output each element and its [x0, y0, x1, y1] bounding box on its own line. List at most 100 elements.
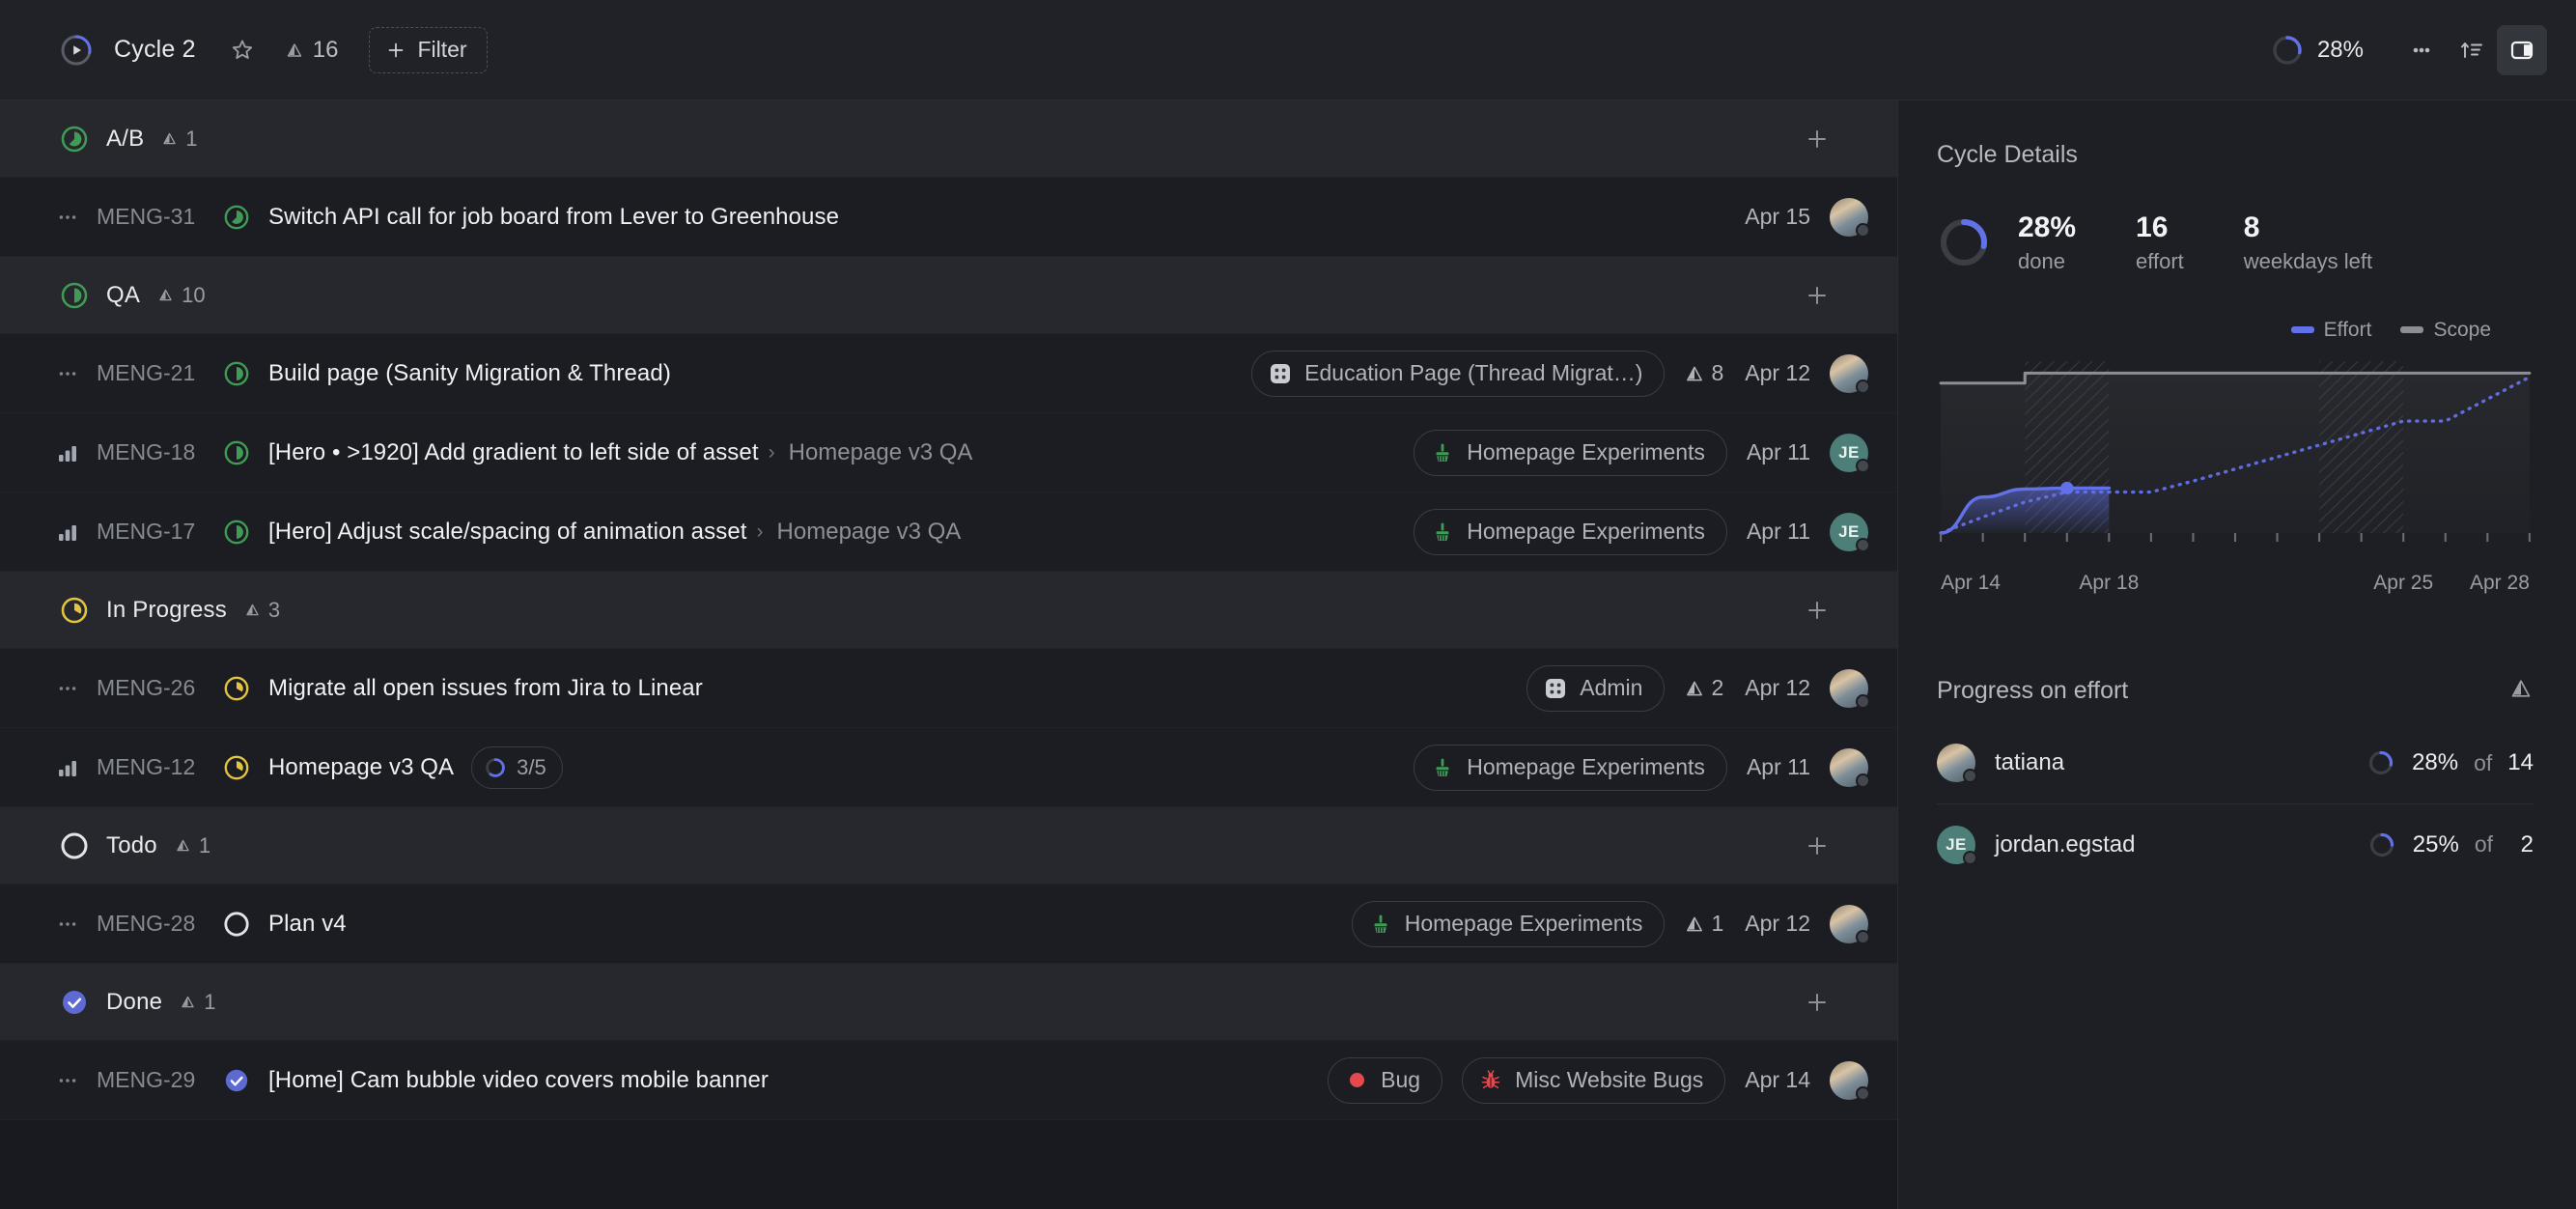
issue-status-icon[interactable] [220, 1067, 253, 1094]
label-pill[interactable]: Bug [1328, 1056, 1443, 1104]
issue-row-meta: Apr 15 [1745, 197, 1870, 238]
filter-button[interactable]: Filter [369, 26, 488, 73]
issue-status-icon[interactable] [220, 204, 253, 231]
estimate-triangle-icon[interactable] [2508, 676, 2534, 706]
sort-button[interactable] [2447, 25, 2497, 75]
issue-row[interactable]: MENG-31 Switch API call for job board fr… [0, 178, 1897, 257]
avatar[interactable] [1830, 904, 1870, 944]
chart-x-tick: Apr 14 [1941, 571, 2001, 594]
issue-status-icon[interactable] [220, 675, 253, 702]
avatar-status-dot [1963, 850, 1977, 865]
issue-row[interactable]: MENG-18 [Hero • >1920] Add gradient to l… [0, 413, 1897, 492]
status-ab-icon [61, 126, 88, 152]
issue-priority-icon[interactable] [50, 913, 85, 936]
project-icon [1430, 440, 1455, 465]
project-pill[interactable]: Homepage Experiments [1414, 744, 1727, 791]
issue-row[interactable]: MENG-12 Homepage v3 QA 3/5 Homepage Expe… [0, 728, 1897, 807]
project-icon [1478, 1068, 1503, 1093]
issue-priority-icon[interactable] [50, 441, 85, 464]
issue-row[interactable]: MENG-17 [Hero] Adjust scale/spacing of a… [0, 492, 1897, 572]
avatar[interactable] [1830, 353, 1870, 394]
issue-date: Apr 14 [1745, 1067, 1810, 1092]
issue-estimate[interactable]: 8 [1684, 360, 1723, 386]
group-status-icon [60, 125, 89, 154]
top-bar-right: 28% [2271, 24, 2547, 75]
no-priority-icon [59, 371, 76, 376]
stat-done-label: done [2018, 248, 2065, 273]
toggle-sidebar-button[interactable] [2497, 24, 2547, 75]
group-header-todo[interactable]: Todo 1 [0, 807, 1897, 885]
avatar[interactable] [1830, 1060, 1870, 1101]
avatar[interactable]: JE [1937, 825, 1977, 865]
add-issue-button[interactable] [1797, 119, 1837, 159]
issue-priority-icon[interactable] [50, 677, 85, 700]
issue-id: MENG-18 [97, 439, 196, 464]
cycle-stats: 28% done 16 effort 8 weekdays left [1937, 211, 2534, 274]
project-pill[interactable]: Education Page (Thread Migrat…) [1251, 350, 1666, 397]
issue-title: [Hero] Adjust scale/spacing of animation… [268, 518, 747, 545]
group-header-ab[interactable]: A/B 1 [0, 100, 1897, 178]
issue-priority-icon[interactable] [50, 206, 85, 229]
add-issue-button[interactable] [1797, 982, 1837, 1023]
issue-priority-icon[interactable] [50, 1069, 85, 1092]
project-pill[interactable]: Homepage Experiments [1414, 429, 1727, 476]
group-count-value: 3 [267, 597, 281, 622]
group-estimate-count: 1 [175, 833, 210, 858]
group-status-icon [60, 988, 89, 1017]
issue-estimate[interactable]: 1 [1684, 911, 1723, 937]
issue-status-icon[interactable] [220, 439, 253, 466]
issue-status-icon[interactable] [220, 360, 253, 387]
progress-ring-icon [2368, 750, 2394, 775]
avatar[interactable]: JE [1830, 512, 1870, 552]
avatar[interactable] [1830, 747, 1870, 788]
estimate-triangle-icon [1687, 366, 1703, 380]
issue-row[interactable]: MENG-21 Build page (Sanity Migration & T… [0, 334, 1897, 413]
star-icon[interactable] [223, 31, 262, 70]
issue-id: MENG-21 [97, 360, 196, 385]
burnup-chart-svg [1939, 360, 2532, 542]
issue-priority-icon[interactable] [50, 756, 85, 779]
progress-effort-user: tatiana [1995, 749, 2065, 775]
progress-effort-percent: 25% [2412, 830, 2459, 858]
issue-estimate[interactable]: 2 [1684, 675, 1723, 701]
more-options-button[interactable] [2396, 25, 2447, 75]
sub-issue-progress[interactable]: 3/5 [471, 745, 563, 789]
add-issue-button[interactable] [1797, 275, 1837, 316]
estimate-triangle-icon [287, 42, 301, 57]
progress-on-effort-title: Progress on effort [1937, 676, 2129, 704]
issue-id: MENG-26 [97, 675, 196, 700]
avatar-status-dot [1963, 769, 1977, 783]
project-pill[interactable]: Homepage Experiments [1414, 508, 1727, 555]
project-pill[interactable]: Misc Website Bugs [1462, 1056, 1726, 1104]
legend-swatch-effort [2290, 326, 2314, 333]
plus-icon [1808, 286, 1826, 304]
issue-row[interactable]: MENG-29 [Home] Cam bubble video covers m… [0, 1041, 1897, 1120]
issue-priority-icon[interactable] [50, 520, 85, 544]
progress-effort-row[interactable]: tatiana 28% of 14 [1937, 723, 2534, 804]
add-issue-button[interactable] [1797, 590, 1837, 631]
project-pill[interactable]: Homepage Experiments [1351, 900, 1666, 947]
issue-row[interactable]: MENG-28 Plan v4 Homepage Experiments 1 Ap… [0, 885, 1897, 964]
chart-x-tick: Apr 28 [2470, 571, 2530, 594]
avatar[interactable] [1937, 744, 1977, 783]
legend-label-scope: Scope [2433, 318, 2491, 341]
group-header-qa[interactable]: QA 10 [0, 257, 1897, 334]
group-header-inprogress[interactable]: In Progress 3 [0, 572, 1897, 649]
issue-status-icon[interactable] [220, 519, 253, 546]
issue-title: Switch API call for job board from Lever… [268, 203, 840, 230]
group-header-done[interactable]: Done 1 [0, 964, 1897, 1041]
project-name: Homepage Experiments [1404, 911, 1643, 936]
issue-priority-icon[interactable] [50, 362, 85, 385]
project-pill[interactable]: Admin [1526, 664, 1666, 712]
issue-parent-title[interactable]: Homepage v3 QA [789, 439, 973, 466]
issue-parent-title[interactable]: Homepage v3 QA [777, 519, 962, 546]
issue-status-icon[interactable] [220, 754, 253, 781]
add-issue-button[interactable] [1797, 826, 1837, 866]
avatar[interactable]: JE [1830, 433, 1870, 473]
avatar[interactable] [1830, 668, 1870, 709]
avatar[interactable] [1830, 197, 1870, 238]
issue-status-icon[interactable] [220, 911, 253, 938]
progress-effort-row[interactable]: JE jordan.egstad 25% of 2 [1937, 804, 2534, 886]
issue-row[interactable]: MENG-26 Migrate all open issues from Jir… [0, 649, 1897, 728]
issue-row-meta: Homepage Experiments Apr 11 [1414, 744, 1870, 791]
